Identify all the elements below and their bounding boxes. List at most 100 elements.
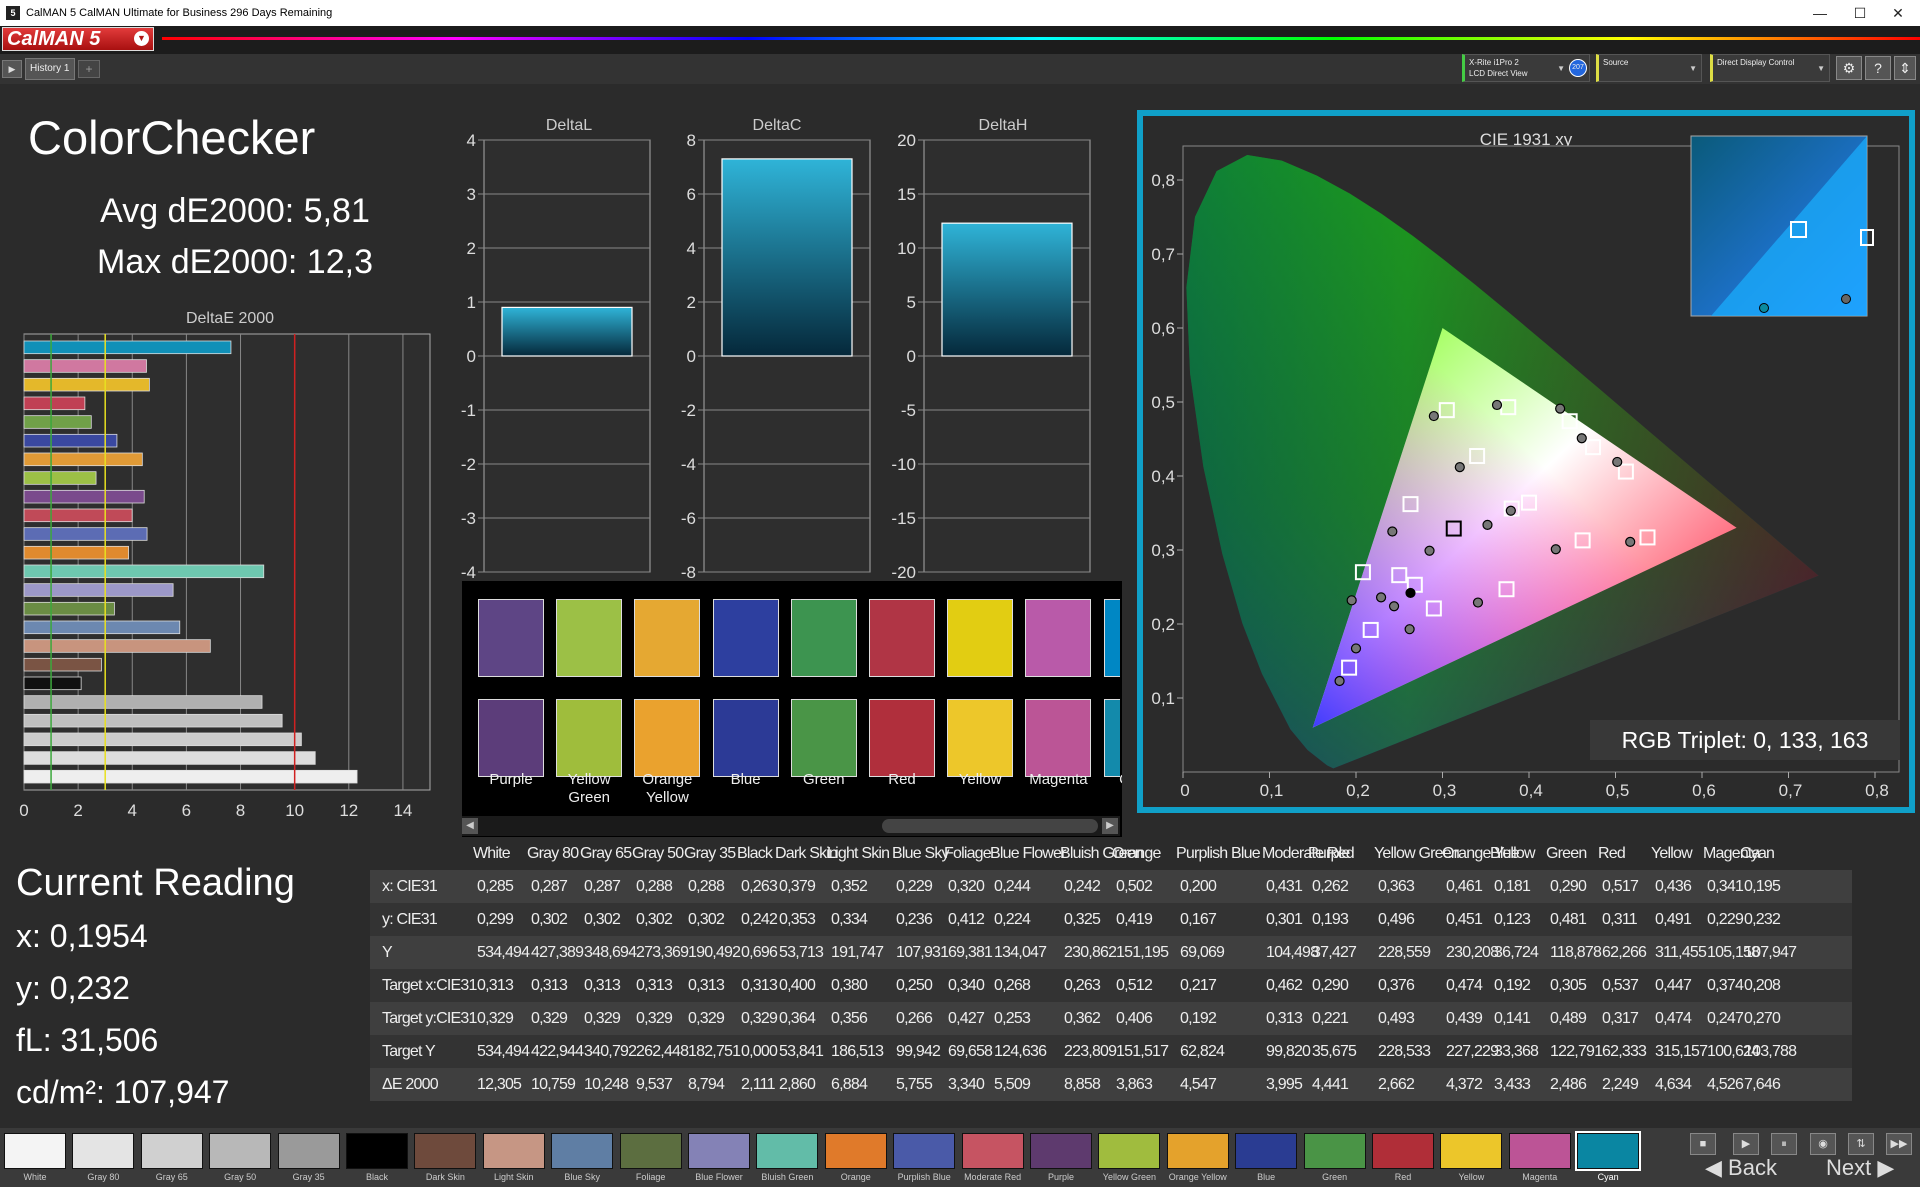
- table-cell: 0,427: [948, 1010, 985, 1027]
- meter-selector[interactable]: X-Rite i1Pro 2 LCD Direct View ▼ 207: [1462, 54, 1590, 82]
- table-cell: 0,262: [1312, 878, 1349, 895]
- display-selector[interactable]: Direct Display Control ▼: [1710, 54, 1830, 82]
- table-cell: 69,658: [948, 1043, 993, 1060]
- bottom-swatch-moderate-red[interactable]: [961, 1133, 1024, 1169]
- tick-label: 0,4: [1151, 467, 1175, 486]
- scroll-thumb[interactable]: [882, 819, 1098, 833]
- measured-point: [1505, 505, 1516, 516]
- tab-history-1[interactable]: History 1: [25, 58, 75, 80]
- table-cell: 6,884: [831, 1076, 868, 1093]
- bottom-swatch-light-skin[interactable]: [482, 1133, 545, 1169]
- bottom-swatch-dark-skin[interactable]: [414, 1133, 477, 1169]
- bottom-swatch-gray-80[interactable]: [72, 1133, 135, 1169]
- deltae-bar: [23, 713, 283, 728]
- bottom-swatch-orange-yellow[interactable]: [1166, 1133, 1229, 1169]
- chevron-down-icon: ▼: [1817, 64, 1825, 73]
- meter-name: X-Rite i1Pro 2: [1469, 58, 1519, 67]
- table-cell: 0,481: [1550, 911, 1587, 928]
- table-cell: 0,329: [531, 1010, 568, 1027]
- delta-bar: [501, 306, 633, 357]
- play-icon[interactable]: ▶: [1733, 1133, 1759, 1155]
- bottom-swatch-purplish-blue[interactable]: [893, 1133, 956, 1169]
- table-cell: 0,363: [1378, 878, 1415, 895]
- close-button[interactable]: ✕: [1878, 2, 1918, 24]
- deltae-bar: [23, 452, 143, 467]
- bottom-swatch-blue-sky[interactable]: [551, 1133, 614, 1169]
- table-cell: 0,200: [1180, 878, 1217, 895]
- meter-badge: 207: [1569, 59, 1587, 77]
- record-icon[interactable]: ◉: [1810, 1133, 1836, 1155]
- play-icon[interactable]: ▶: [2, 60, 22, 78]
- bottom-swatch-yellow[interactable]: [1440, 1133, 1503, 1169]
- table-cell: 3,433: [1494, 1076, 1531, 1093]
- tick-label: -6: [681, 509, 696, 528]
- table-cell: 427,389: [531, 944, 584, 961]
- next-button[interactable]: Next ▶: [1826, 1155, 1894, 1181]
- table-cell: 3,340: [948, 1076, 985, 1093]
- target-swatch: [478, 699, 544, 777]
- actual-swatch: [712, 599, 779, 677]
- target-swatch: [790, 699, 857, 777]
- tick-label: -1: [461, 401, 476, 420]
- table-cell: 190,492: [688, 944, 741, 961]
- tick-label: 0,6: [1151, 319, 1175, 338]
- maximize-button[interactable]: ☐: [1840, 2, 1880, 24]
- bottom-swatch-purple[interactable]: [1030, 1133, 1092, 1169]
- bottom-swatch-red[interactable]: [1372, 1133, 1434, 1169]
- bottom-swatch-cyan[interactable]: [1575, 1131, 1642, 1171]
- bottom-swatch-blue[interactable]: [1235, 1133, 1298, 1169]
- table-cell: 3,863: [1116, 1076, 1153, 1093]
- bottom-swatch-black[interactable]: [346, 1133, 408, 1169]
- table-cell: 0,313: [688, 977, 725, 994]
- stop-icon[interactable]: ■: [1690, 1133, 1716, 1155]
- tick-label: 0,2: [1151, 615, 1175, 634]
- bottom-swatch-bluish-green[interactable]: [756, 1133, 819, 1169]
- bottom-swatch-foliage[interactable]: [619, 1133, 682, 1169]
- bottom-swatch-gray-65[interactable]: [140, 1133, 203, 1169]
- bottom-swatch-green[interactable]: [1303, 1133, 1366, 1169]
- calman-menu-button[interactable]: CalMAN 5 ▼: [2, 27, 154, 51]
- help-icon[interactable]: ?: [1865, 56, 1891, 80]
- table-cell: 53,841: [779, 1043, 824, 1060]
- source-selector[interactable]: Source ▼: [1596, 54, 1702, 82]
- table-cell: 315,157: [1655, 1043, 1708, 1060]
- back-button[interactable]: ◀ Back: [1705, 1155, 1777, 1181]
- table-cell: 0,412: [948, 911, 985, 928]
- table-cell: 0,325: [1064, 911, 1101, 928]
- table-cell: 0,192: [1494, 977, 1531, 994]
- scroll-right-icon[interactable]: ▶: [1102, 818, 1118, 834]
- cie-chart: CIE 1931 xy0 0,1 0,2 0,3 0,4 0,5 0,6 0,7 0,80,10…: [1151, 130, 1900, 800]
- swatch-scrollbar[interactable]: ◀ ▶: [462, 816, 1120, 836]
- table-cell: 62,266: [1602, 944, 1647, 961]
- fast-forward-icon[interactable]: ▶▶: [1886, 1133, 1912, 1155]
- column-header: Black: [737, 845, 773, 862]
- table-cell: 0,496: [1378, 911, 1415, 928]
- scroll-left-icon[interactable]: ◀: [462, 818, 478, 834]
- table-cell: 0,334: [831, 911, 868, 928]
- table-cell: 62,824: [1180, 1043, 1225, 1060]
- tick-label: 8: [236, 801, 245, 820]
- pause-icon[interactable]: ⏸: [1771, 1133, 1797, 1155]
- deltae-bar: [23, 527, 148, 541]
- bottom-swatch-blue-flower[interactable]: [688, 1133, 750, 1169]
- add-tab-button[interactable]: +: [78, 60, 100, 78]
- target-swatch: [947, 699, 1014, 777]
- gear-icon[interactable]: ⚙: [1836, 56, 1862, 80]
- bottom-swatch-label: Gray 65: [155, 1172, 188, 1182]
- sort-icon[interactable]: ⇅: [1848, 1133, 1874, 1155]
- bottom-swatch-gray-35[interactable]: [277, 1133, 340, 1169]
- minimize-button[interactable]: —: [1800, 2, 1840, 24]
- table-cell: 262,448: [636, 1043, 689, 1060]
- table-cell: 186,513: [831, 1043, 884, 1060]
- table-cell: 0,517: [1602, 878, 1639, 895]
- current-x: x: 0,1954: [16, 918, 148, 954]
- collapse-icon[interactable]: ⇕: [1894, 56, 1916, 80]
- bottom-swatch-gray-50[interactable]: [209, 1133, 272, 1169]
- bottom-swatch-yellow-green[interactable]: [1098, 1133, 1161, 1169]
- tick-label: 0: [19, 801, 28, 820]
- bottom-swatch-orange[interactable]: [824, 1133, 887, 1169]
- bottom-swatch-white[interactable]: [4, 1133, 66, 1169]
- bottom-swatch-label: Moderate Red: [964, 1172, 1022, 1182]
- meter-mode: LCD Direct View: [1469, 69, 1528, 78]
- bottom-swatch-magenta[interactable]: [1508, 1133, 1571, 1169]
